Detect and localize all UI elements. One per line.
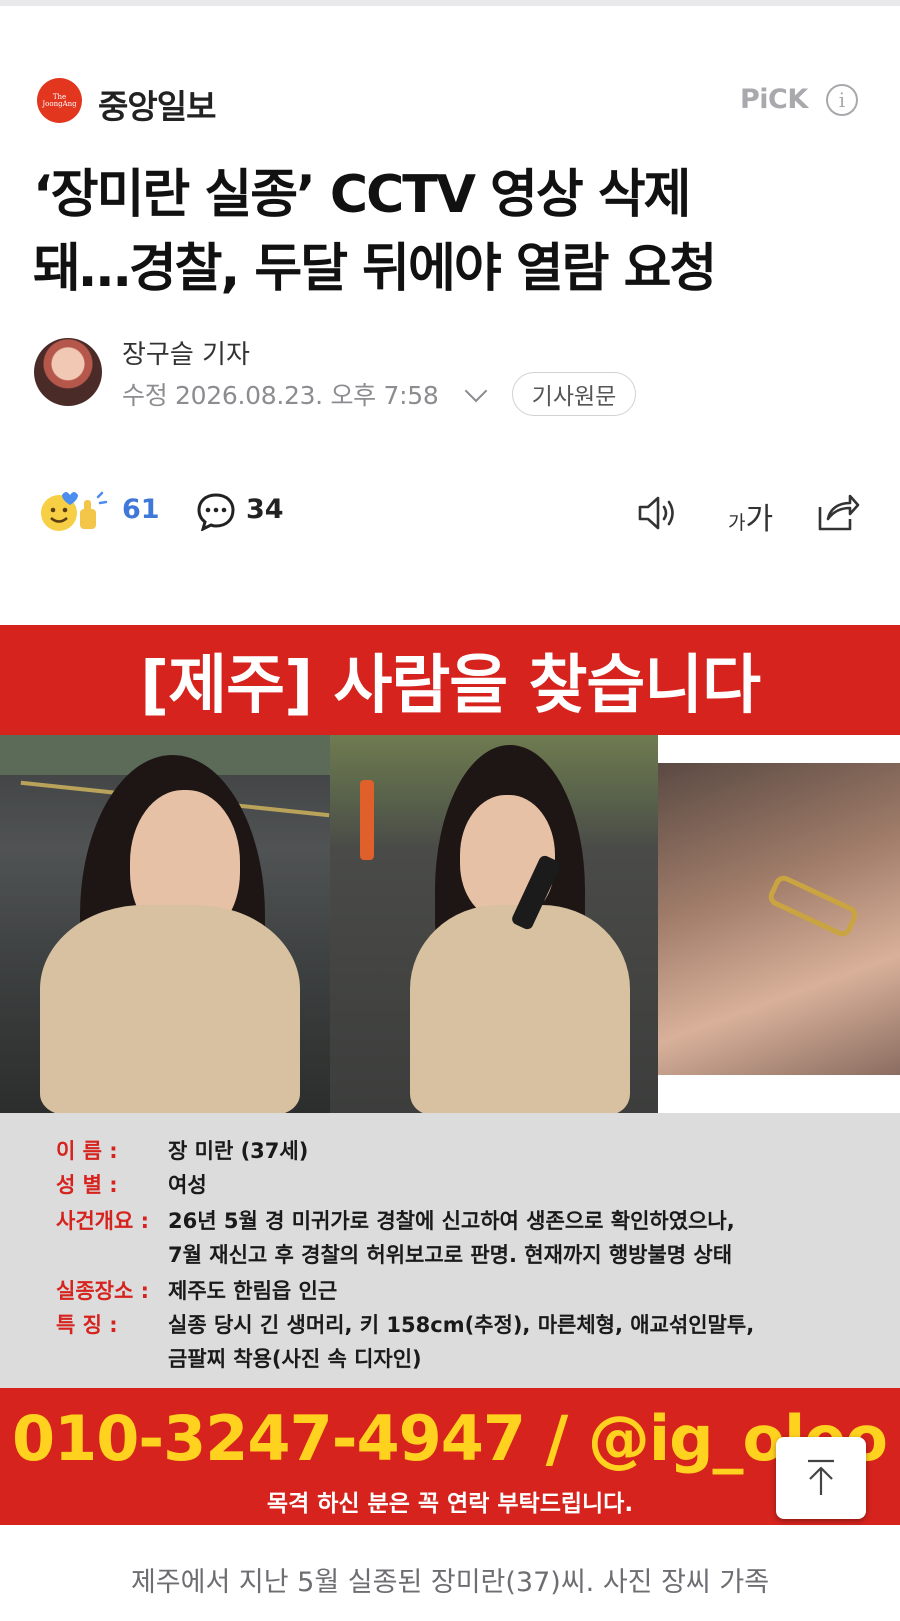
info-row-summary: 사건개요 : 26년 5월 경 미귀가로 경찰에 신고하여 생존으로 확인하였으나…	[56, 1205, 735, 1235]
comment-count[interactable]: 34	[246, 494, 284, 525]
info-row-features-2: 금팔찌 착용(사진 속 디자인)	[56, 1343, 422, 1373]
arrow-up-icon	[808, 1459, 834, 1495]
headline-line-2: 돼…경찰, 두달 뒤에야 열람 요청	[33, 239, 717, 299]
scroll-to-top-button[interactable]	[776, 1437, 866, 1519]
info-label	[56, 1343, 168, 1373]
poster-photo-2	[330, 735, 658, 1113]
headline-line-1: ‘장미란 실종’ CCTV 영상 삭제	[33, 165, 692, 225]
contact-request-text: 목격 하신 분은 꼭 연락 부탁드립니다.	[266, 1491, 634, 1517]
reporter-avatar[interactable]	[34, 338, 102, 406]
original-article-button[interactable]: 기사원문	[512, 372, 636, 416]
info-value: 장 미란 (37세)	[168, 1139, 309, 1163]
comment-icon[interactable]	[196, 491, 236, 531]
info-icon[interactable]: i	[826, 84, 858, 116]
info-label: 성 별 :	[56, 1173, 118, 1197]
info-label	[56, 1239, 168, 1269]
poster-contact-band: 010-3247-4947 / @ig_oleo 목격 하신 분은 꼭 연락 부…	[0, 1388, 900, 1525]
info-value: 금팔찌 착용(사진 속 디자인)	[168, 1347, 422, 1371]
info-label: 특 징 :	[56, 1313, 118, 1337]
info-row-location: 실종장소 : 제주도 한림읍 인근	[56, 1275, 337, 1305]
contact-number: 010-3247-4947 / @ig_oleo	[12, 1402, 888, 1475]
poster-title: [제주] 사람을 찾습니다	[0, 625, 900, 735]
info-value: 여성	[168, 1173, 207, 1197]
info-label: 이 름 :	[56, 1139, 118, 1163]
publisher-logo[interactable]: The JoongAng	[37, 78, 82, 123]
info-value: 7월 재신고 후 경찰의 허위보고로 판명. 현재까지 행방불명 상태	[168, 1243, 733, 1267]
info-icon-glyph: i	[838, 88, 846, 112]
info-row-name: 이 름 : 장 미란 (37세)	[56, 1135, 308, 1165]
reaction-count[interactable]: 61	[122, 494, 160, 525]
info-value: 제주도 한림읍 인근	[168, 1279, 338, 1303]
info-row-gender: 성 별 : 여성	[56, 1169, 207, 1199]
font-size-small-label: 가	[728, 512, 746, 534]
info-label: 실종장소 :	[56, 1279, 149, 1303]
article-headline: ‘장미란 실종’ CCTV 영상 삭제 돼…경찰, 두달 뒤에야 열람 요청	[33, 158, 873, 306]
info-label: 사건개요 :	[56, 1209, 149, 1233]
speaker-icon[interactable]	[636, 493, 680, 533]
publisher-logo-text: The JoongAng	[42, 92, 77, 108]
info-row-summary-2: 7월 재신고 후 경찰의 허위보고로 판명. 현재까지 행방불명 상태	[56, 1239, 732, 1269]
poster-info-box: 이 름 : 장 미란 (37세) 성 별 : 여성 사건개요 : 26년 5월 경 미…	[0, 1113, 900, 1388]
publisher-name[interactable]: 중앙일보	[98, 80, 216, 128]
share-icon[interactable]	[816, 491, 860, 533]
image-caption: 제주에서 지난 5월 실종된 장미란(37)씨. 사진 장씨 가족	[130, 1567, 770, 1598]
font-size-big-label: 가	[745, 502, 774, 537]
article-datetime: 수정 2026.08.23. 오후 7:58	[122, 381, 439, 410]
info-value: 실종 당시 긴 생머리, 키 158cm(추정), 마른체형, 애교섞인말투,	[168, 1313, 755, 1337]
top-status-strip	[0, 0, 900, 6]
info-value: 26년 5월 경 미귀가로 경찰에 신고하여 생존으로 확인하였으나,	[168, 1209, 735, 1233]
pick-label[interactable]: PiCK	[740, 84, 808, 115]
info-row-features: 특 징 : 실종 당시 긴 생머리, 키 158cm(추정), 마른체형, 애교섞…	[56, 1309, 754, 1339]
chevron-down-icon[interactable]	[464, 379, 488, 403]
font-size-button[interactable]: 가가	[728, 494, 773, 538]
poster-photo-3	[658, 735, 900, 1113]
poster-photo-1	[0, 735, 330, 1113]
reaction-icon[interactable]	[40, 489, 108, 535]
reporter-name[interactable]: 장구슬 기자	[122, 334, 250, 371]
missing-person-poster: [제주] 사람을 찾습니다 이 름 : 장 미란 (37세) 성 별 : 여성 사건…	[0, 625, 900, 1525]
